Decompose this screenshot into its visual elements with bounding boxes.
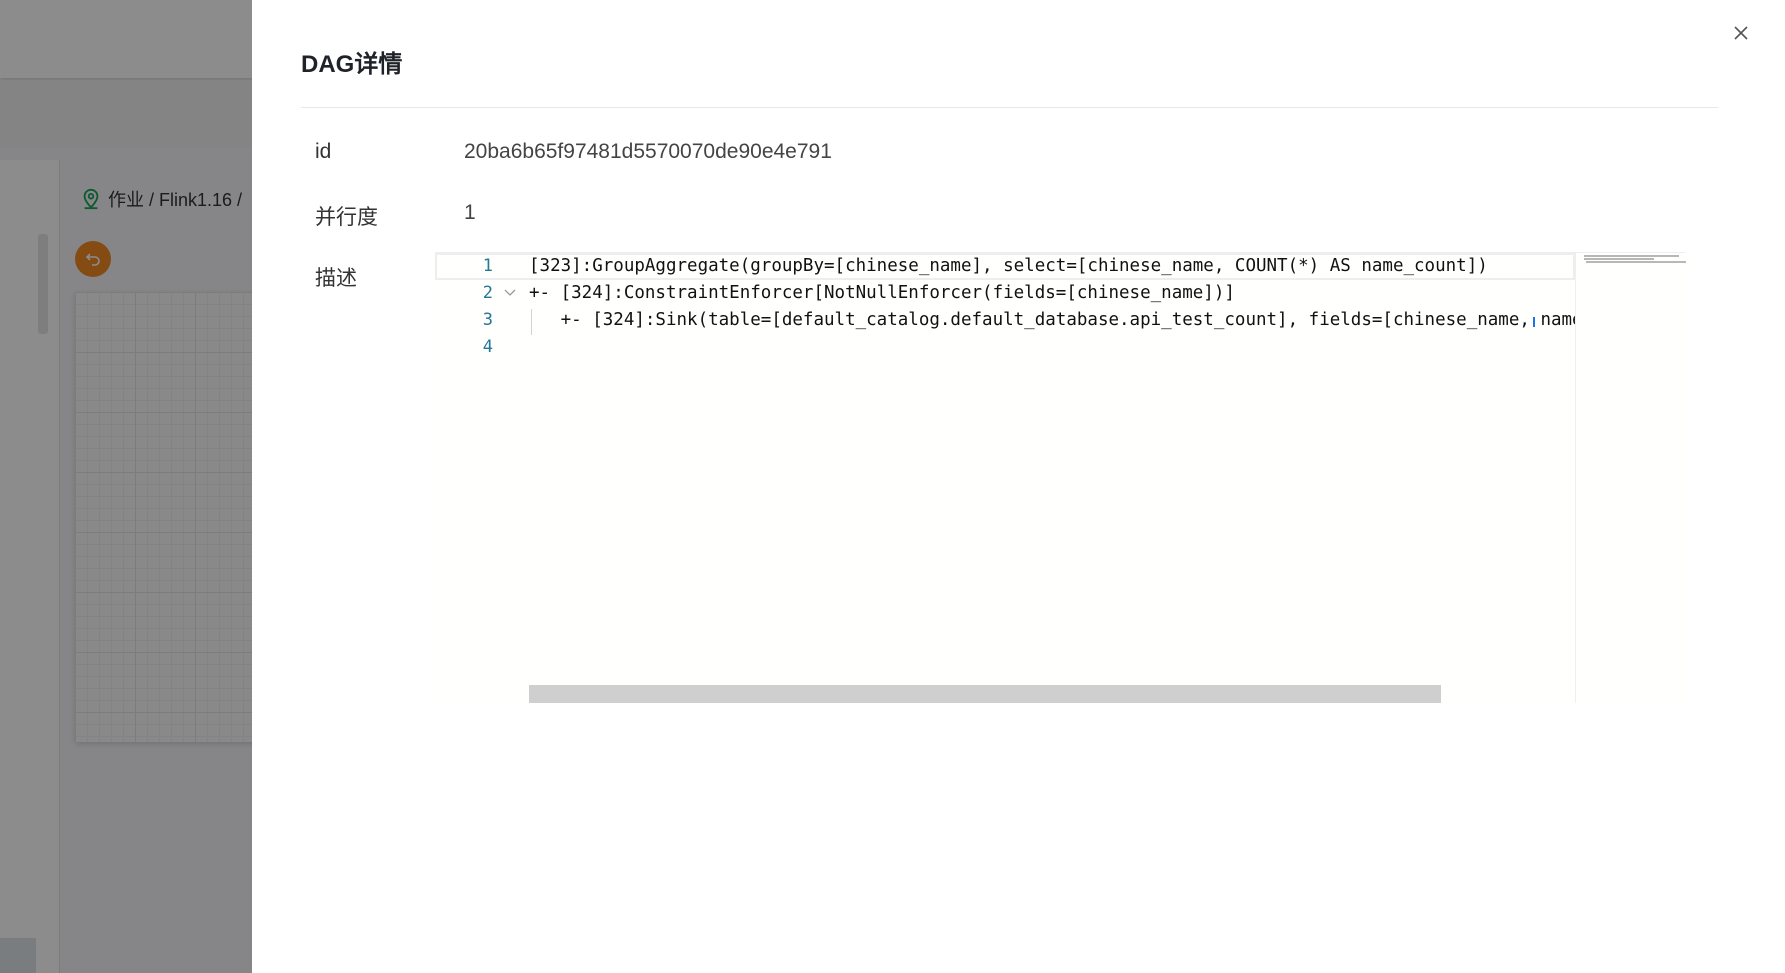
- code-editor[interactable]: 1 [323]:GroupAggregate(groupBy=[chinese_…: [435, 252, 1686, 703]
- id-label: id: [315, 140, 332, 163]
- close-button[interactable]: [1728, 20, 1754, 46]
- minimap-line: [1586, 261, 1686, 263]
- editor-line[interactable]: 2 +- [324]:ConstraintEnforcer[NotNullEnf…: [435, 280, 1575, 307]
- line-number: 4: [482, 337, 493, 357]
- code-text[interactable]: +- [324]:ConstraintEnforcer[NotNullEnfor…: [529, 280, 1235, 307]
- dag-detail-drawer: DAG详情 id 20ba6b65f97481d5570070de90e4e79…: [252, 0, 1785, 973]
- close-icon: [1734, 26, 1748, 40]
- parallelism-label: 并行度: [315, 206, 378, 229]
- editor-minimap[interactable]: [1575, 253, 1686, 703]
- editor-viewport[interactable]: 1 [323]:GroupAggregate(groupBy=[chinese_…: [435, 253, 1575, 703]
- code-text[interactable]: [323]:GroupAggregate(groupBy=[chinese_na…: [529, 253, 1488, 280]
- id-value: 20ba6b65f97481d5570070de90e4e791: [464, 140, 832, 163]
- line-number: 3: [482, 310, 493, 330]
- code-text[interactable]: +- [324]:Sink(table=[default_catalog.def…: [529, 307, 1575, 334]
- editor-line[interactable]: 4: [435, 334, 1575, 361]
- editor-line[interactable]: 3 +- [324]:Sink(table=[default_catalog.d…: [435, 307, 1575, 334]
- chevron-down-icon[interactable]: [503, 286, 517, 300]
- minimap-line: [1584, 255, 1679, 257]
- drawer-title: DAG详情: [301, 51, 403, 78]
- parallelism-value: 1: [464, 201, 476, 224]
- editor-line[interactable]: 1 [323]:GroupAggregate(groupBy=[chinese_…: [435, 253, 1575, 280]
- line-number: 2: [482, 283, 493, 303]
- minimap-line: [1584, 258, 1654, 260]
- horizontal-scrollbar[interactable]: [529, 685, 1441, 703]
- description-label: 描述: [315, 267, 357, 290]
- overview-ruler-marker: [1533, 317, 1535, 327]
- drawer-header: DAG详情: [301, 0, 1718, 108]
- line-number: 1: [482, 256, 493, 276]
